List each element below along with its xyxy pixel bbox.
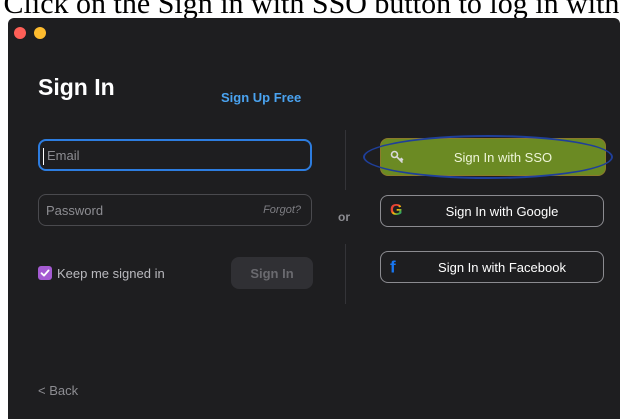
- text-cursor: [43, 148, 44, 165]
- facebook-button-label: Sign In with Facebook: [438, 259, 566, 275]
- divider-bottom: [345, 244, 346, 304]
- email-input[interactable]: [47, 141, 237, 169]
- keep-signed-in-option[interactable]: Keep me signed in: [38, 265, 165, 281]
- close-window-button[interactable]: [14, 27, 26, 39]
- sso-button-label: Sign In with SSO: [453, 149, 553, 165]
- sign-in-with-sso-button[interactable]: Sign In with SSO: [380, 138, 606, 176]
- divider-top: [345, 130, 346, 190]
- facebook-icon: f: [390, 257, 396, 277]
- sign-in-window: Sign In Sign Up Free Forgot? Keep me sig…: [8, 18, 620, 419]
- sign-up-free-link[interactable]: Sign Up Free: [221, 90, 301, 105]
- email-field[interactable]: [38, 139, 312, 171]
- password-field[interactable]: Forgot?: [38, 194, 312, 226]
- or-separator: or: [338, 210, 350, 224]
- keep-signed-in-label: Keep me signed in: [57, 265, 165, 281]
- google-button-label: Sign In with Google: [445, 203, 559, 219]
- sign-in-with-facebook-button[interactable]: f Sign In with Facebook: [380, 251, 604, 283]
- minimize-window-button[interactable]: [34, 27, 46, 39]
- keep-signed-in-checkbox[interactable]: [38, 266, 52, 280]
- checkmark-icon: [40, 269, 50, 277]
- password-input[interactable]: [46, 195, 236, 225]
- forgot-password-link[interactable]: Forgot?: [263, 204, 301, 216]
- sign-in-button[interactable]: Sign In: [231, 257, 313, 289]
- page-title: Sign In: [38, 74, 115, 100]
- sign-in-with-google-button[interactable]: G Sign In with Google: [380, 195, 604, 227]
- back-link[interactable]: < Back: [38, 383, 78, 398]
